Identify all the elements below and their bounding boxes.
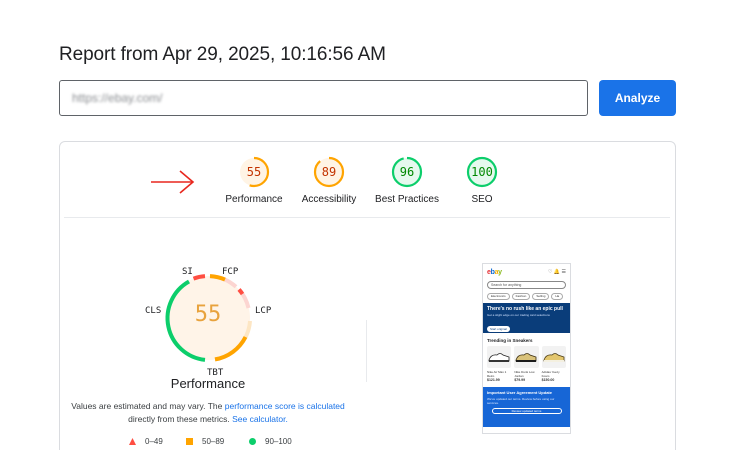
screenshot-chip: Ha <box>551 293 564 300</box>
legend-fail-range: 0–49 <box>145 437 163 446</box>
gauge-seo[interactable]: 100 SEO <box>432 156 532 205</box>
notice-button: Review updated terms <box>491 407 562 414</box>
product-caption: Nike Air Max 1 Retro $121.99 <box>487 370 507 382</box>
cart-icon: ♡ 🔔 ☰ <box>548 269 566 275</box>
product-caption: Nike Dunk Low Jordan $79.99 <box>514 370 535 382</box>
metric-label-si[interactable]: SI <box>182 267 193 277</box>
analyze-button[interactable]: Analyze <box>599 80 676 116</box>
shoe-image <box>514 346 539 368</box>
performance-score: 55 <box>194 302 222 327</box>
report-title: Report from Apr 29, 2025, 10:16:56 AM <box>59 44 386 65</box>
performance-score-link[interactable]: performance score is calculated <box>225 401 345 411</box>
product-images <box>487 346 566 368</box>
legend-average-range: 50–89 <box>202 437 225 446</box>
notice-subtitle: We've updated our terms. Review before u… <box>487 396 555 405</box>
see-calculator-link[interactable]: See calculator. <box>232 414 288 424</box>
triangle-icon <box>129 438 136 445</box>
product-caption: Adidas Yeezy Foam $150.00 <box>541 370 560 382</box>
url-input-value: https://ebay.com/ <box>72 91 163 105</box>
product-captions: Nike Air Max 1 Retro $121.99 Nike Dunk Lo… <box>487 370 566 383</box>
url-input[interactable]: https://ebay.com/ <box>59 80 588 116</box>
screenshot-chip: Electronics <box>487 293 510 300</box>
banner-button: Start original <box>487 326 510 332</box>
page-screenshot[interactable]: ebay ♡ 🔔 ☰ Search for anything Electroni… <box>482 263 571 434</box>
gauge-seo-score: 100 <box>471 165 493 179</box>
note-text-2: directly from these metrics. <box>128 414 233 424</box>
banner-subtitle: Get a slight edge on our trading card se… <box>487 313 550 317</box>
gauges-divider <box>64 217 670 218</box>
screenshot-search: Search for anything <box>487 281 566 289</box>
note-text-1: Values are estimated and may vary. The <box>71 401 225 411</box>
metric-arc-si <box>192 274 206 281</box>
section-divider <box>366 320 367 382</box>
metric-label-cls[interactable]: CLS <box>145 306 161 316</box>
legend-pass-range: 90–100 <box>265 437 292 446</box>
legend-pass: 90–100 <box>249 437 292 446</box>
red-arrow-icon <box>151 170 195 194</box>
circle-icon <box>249 438 256 445</box>
metric-label-lcp[interactable]: LCP <box>255 306 271 316</box>
user-agreement-notice: Important User Agreement Update We've up… <box>483 386 570 427</box>
gauge-seo-label: SEO <box>471 194 493 205</box>
performance-title: Performance <box>170 376 246 391</box>
square-icon <box>186 438 193 445</box>
screenshot-chip: Selling <box>532 293 550 300</box>
legend-average: 50–89 <box>186 437 224 446</box>
shoe-image <box>487 346 512 368</box>
screenshot-header: ebay ♡ 🔔 ☰ <box>483 264 570 280</box>
legend-fail: 0–49 <box>129 437 163 446</box>
trending-heading: Trending in Sneakers <box>487 338 533 343</box>
screenshot-banner: There's no rush like an epic pull Get a … <box>483 303 570 333</box>
screenshot-chip: Fashion <box>511 293 531 300</box>
screenshot-chips: Electronics Fashion Selling Ha <box>487 293 566 300</box>
score-note: Values are estimated and may vary. The p… <box>70 400 346 426</box>
banner-title: There's no rush like an epic pull <box>487 306 563 312</box>
shoe-image <box>541 346 566 368</box>
ebay-logo: ebay <box>487 268 502 276</box>
notice-title: Important User Agreement Update <box>487 389 552 395</box>
metric-label-fcp[interactable]: FCP <box>222 267 238 277</box>
